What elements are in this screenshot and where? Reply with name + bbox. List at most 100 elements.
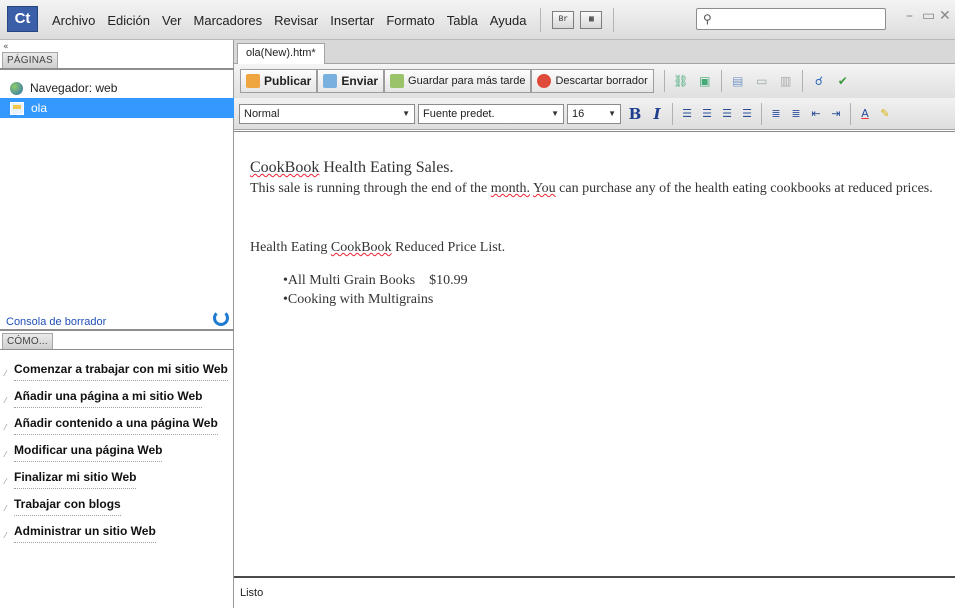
bullet-icon: ⁄: [5, 369, 7, 378]
insert-image-icon[interactable]: ▣: [695, 71, 715, 91]
send-icon: [323, 74, 338, 88]
chevron-down-icon: ▼: [608, 109, 616, 118]
save-later-button[interactable]: Guardar para más tarde: [384, 69, 532, 93]
howto-item[interactable]: ⁄ Añadir una página a mi sitio Web: [0, 385, 234, 412]
howto-item[interactable]: ⁄ Añadir contenido a una página Web: [0, 412, 234, 439]
howto-item[interactable]: ⁄ Administrar un sitio Web: [0, 520, 234, 547]
menu-ver[interactable]: Ver: [156, 13, 188, 28]
form-icon[interactable]: ▭: [752, 71, 772, 91]
send-button[interactable]: Enviar: [317, 69, 385, 93]
maximize-button[interactable]: ▭: [922, 8, 935, 24]
action-toolbar: Publicar Enviar Guardar para más tarde D…: [234, 64, 955, 98]
howto-divider: [0, 329, 234, 331]
document-list-title: Health Eating CookBook Reduced Price Lis…: [250, 240, 506, 255]
refresh-icon[interactable]: r: [213, 310, 229, 326]
menu-archivo[interactable]: Archivo: [46, 13, 101, 28]
panel-layout-icon[interactable]: ▦: [580, 11, 603, 29]
outdent-icon[interactable]: ⇤: [806, 104, 826, 124]
font-color-icon[interactable]: A: [855, 104, 875, 124]
bullet-list-icon[interactable]: ≣: [786, 104, 806, 124]
menu-separator: [540, 8, 542, 32]
howto-item[interactable]: ⁄ Comenzar a trabajar con mi sitio Web: [0, 358, 234, 385]
size-select[interactable]: 16 ▼: [567, 103, 621, 124]
menu-ayuda[interactable]: Ayuda: [484, 13, 533, 28]
minimize-button[interactable]: –: [906, 8, 913, 24]
left-panel: « PÁGINAS Navegador: web ola Consola de …: [0, 40, 234, 608]
draft-console-link[interactable]: Consola de borrador: [6, 316, 106, 328]
bullet-icon: ⁄: [5, 477, 7, 486]
publish-button[interactable]: Publicar: [240, 69, 318, 93]
menu-tabla[interactable]: Tabla: [441, 13, 484, 28]
pages-list: Navegador: web ola: [0, 78, 234, 118]
bullet-icon: ⁄: [5, 504, 7, 513]
toolbar-separator: [672, 102, 673, 125]
howto-tab[interactable]: CÓMO...: [2, 333, 53, 349]
page-item-label: Navegador: web: [30, 81, 118, 95]
list-item: •Cooking with Multigrains: [283, 292, 434, 307]
align-center-icon[interactable]: ☰: [697, 104, 717, 124]
discard-icon: [537, 74, 552, 88]
close-button[interactable]: ✕: [939, 8, 951, 24]
style-select[interactable]: Normal ▼: [239, 103, 415, 124]
toolbar-separator: [850, 102, 851, 125]
align-left-icon[interactable]: ☰: [677, 104, 697, 124]
table-icon[interactable]: ▤: [728, 71, 748, 91]
status-bar: Listo: [234, 576, 955, 608]
font-select[interactable]: Fuente predet. ▼: [418, 103, 564, 124]
spellcheck-icon[interactable]: ✔: [833, 71, 853, 91]
document-paragraph: This sale is running through the end of …: [250, 181, 933, 196]
howto-item[interactable]: ⁄ Modificar una página Web: [0, 439, 234, 466]
attach-icon[interactable]: ⛓: [671, 71, 691, 91]
bullet-icon: ⁄: [5, 450, 7, 459]
pages-divider: [0, 68, 234, 70]
align-right-icon[interactable]: ☰: [717, 104, 737, 124]
justify-icon[interactable]: ☰: [737, 104, 757, 124]
howto-item[interactable]: ⁄ Finalizar mi sitio Web: [0, 466, 234, 493]
indent-icon[interactable]: ⇥: [826, 104, 846, 124]
search-icon: ⚲: [703, 12, 712, 26]
bridge-icon[interactable]: Br: [552, 11, 575, 29]
document-heading: CookBook Health Eating Sales.: [250, 159, 454, 176]
pages-tab[interactable]: PÁGINAS: [2, 52, 58, 68]
menu-edicion[interactable]: Edición: [101, 13, 156, 28]
toolbar-separator: [720, 70, 722, 92]
menu-insertar[interactable]: Insertar: [324, 13, 380, 28]
save-icon: [390, 74, 405, 88]
document-body[interactable]: CookBook Health Eating Sales. This sale …: [234, 131, 955, 575]
page-item-navegador[interactable]: Navegador: web: [0, 78, 234, 98]
editor-area: ola(New).htm* Publicar Enviar Guardar pa…: [234, 40, 955, 608]
page-item-ola[interactable]: ola: [0, 98, 234, 118]
search-input[interactable]: ⚲: [696, 8, 886, 30]
menu-formato[interactable]: Formato: [380, 13, 440, 28]
numbered-list-icon[interactable]: ≣: [766, 104, 786, 124]
menu-list: Archivo Edición Ver Marcadores Revisar I…: [46, 0, 622, 40]
chart-icon[interactable]: ▥: [776, 71, 796, 91]
publish-icon: [246, 74, 260, 88]
bold-button[interactable]: B: [624, 104, 646, 124]
page-item-label: ola: [31, 101, 48, 115]
discard-draft-button[interactable]: Descartar borrador: [531, 69, 654, 93]
howto-item[interactable]: ⁄ Trabajar con blogs: [0, 493, 234, 520]
format-toolbar: Normal ▼ Fuente predet. ▼ 16 ▼ B I ☰ ☰ ☰ ☰ …: [234, 98, 955, 130]
app-logo: Ct: [7, 6, 38, 32]
howto-list: ⁄ Comenzar a trabajar con mi sitio Web ⁄ A…: [0, 358, 234, 547]
bullet-icon: ⁄: [5, 396, 7, 405]
howto-divider-line: [0, 349, 234, 350]
chevron-down-icon: ▼: [402, 109, 410, 118]
publish-group: Publicar Enviar Guardar para más tarde D…: [240, 69, 654, 93]
page-icon: [10, 101, 24, 115]
chevron-down-icon: ▼: [551, 109, 559, 118]
collapse-panel-icon[interactable]: «: [3, 42, 9, 52]
globe-icon: [10, 81, 23, 95]
italic-button[interactable]: I: [646, 104, 668, 124]
menu-separator: [613, 8, 615, 32]
menu-revisar[interactable]: Revisar: [268, 13, 324, 28]
menu-marcadores[interactable]: Marcadores: [188, 13, 269, 28]
document-tab[interactable]: ola(New).htm*: [237, 43, 325, 64]
toolbar-separator: [761, 102, 762, 125]
document-list: •All Multi Grain Books $10.99 •Cooking w…: [283, 271, 955, 309]
menu-bar: Ct Archivo Edición Ver Marcadores Revisa…: [0, 0, 955, 40]
link-icon[interactable]: ☌: [809, 71, 829, 91]
highlight-icon[interactable]: ✎: [875, 104, 895, 124]
toolbar-separator: [663, 70, 665, 92]
